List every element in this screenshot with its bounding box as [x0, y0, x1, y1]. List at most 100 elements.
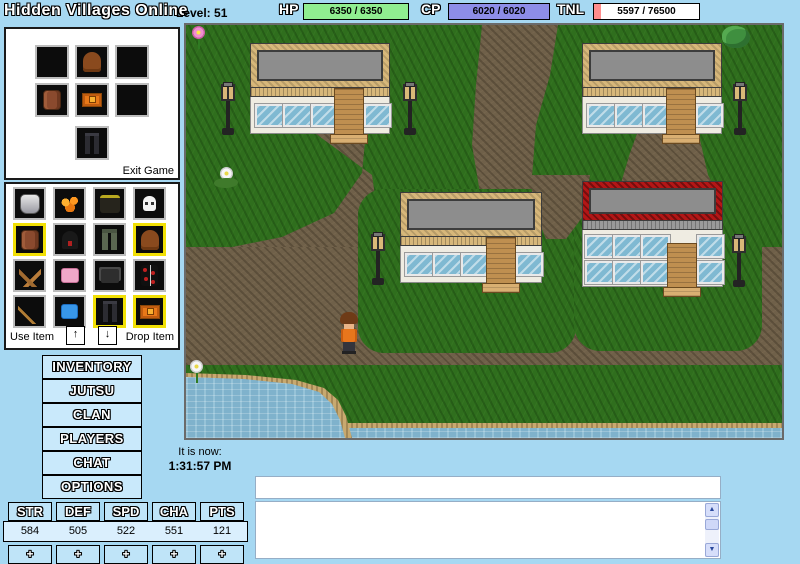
inv-slot-silver-chest-armor[interactable] — [13, 187, 46, 220]
hp-bar: 6350 / 6350 — [303, 3, 409, 20]
stat-value-cha: 551 — [153, 525, 195, 537]
chat-input[interactable] — [255, 476, 721, 499]
chat-scrollbar[interactable]: ▲ ▼ — [705, 503, 719, 557]
house-wall — [582, 230, 723, 287]
orange-belt-icon — [140, 305, 160, 319]
lamp-base — [222, 128, 234, 135]
increase-def-button[interactable]: + — [56, 545, 100, 564]
inv-slot-black-robe[interactable] — [133, 259, 166, 292]
inv-slot-gold-ore[interactable] — [53, 187, 86, 220]
house-roof-trim — [250, 43, 390, 88]
inv-slot-brown-gloves-equipped[interactable] — [13, 223, 46, 256]
drop-item-button[interactable]: Drop Item — [126, 331, 174, 343]
menu-button-inventory[interactable]: INVENTORY — [42, 355, 142, 379]
increase-str-button[interactable]: + — [8, 545, 52, 564]
inv-slot-brown-hair-equipped[interactable] — [133, 223, 166, 256]
wooden-staff-icon — [18, 300, 42, 324]
window — [587, 104, 616, 127]
equip-slot-empty-1[interactable] — [115, 45, 149, 79]
scrollbar-up-button[interactable]: ▲ — [705, 503, 719, 517]
house-steps — [663, 287, 701, 297]
inv-slot-dark-shoulder-armor[interactable] — [93, 259, 126, 292]
inv-slot-pink-shirt[interactable] — [53, 259, 86, 292]
player-pants — [343, 342, 355, 351]
house-roof-trim — [582, 43, 722, 88]
equip-slot-head-empty[interactable] — [35, 45, 69, 79]
lamp-base — [733, 280, 745, 287]
dark-pants-icon — [103, 301, 117, 322]
tnl-bar-fill — [594, 4, 601, 19]
inv-slot-blue-shirt[interactable] — [53, 295, 86, 328]
player-shoes — [342, 351, 356, 354]
house-door — [486, 237, 516, 285]
blue-shirt-icon — [61, 304, 78, 319]
player-torso — [341, 329, 357, 342]
orange-belt-icon — [82, 93, 102, 107]
clock-label: It is now: — [150, 446, 250, 458]
increase-cha-button[interactable]: + — [152, 545, 196, 564]
scroll-up-arrow-icon: ▲ — [709, 506, 716, 513]
inv-slot-wooden-staff[interactable] — [13, 295, 46, 328]
stat-value-pts: 121 — [201, 525, 243, 537]
inv-slot-dark-armor-yellow[interactable] — [93, 187, 126, 220]
menu-button-jutsu[interactable]: JUTSU — [42, 379, 142, 403]
menu-button-clan[interactable]: CLAN — [42, 403, 142, 427]
increase-spd-button[interactable]: + — [104, 545, 148, 564]
house-steps — [662, 134, 700, 144]
stat-header-def: DEF — [56, 502, 100, 521]
lamp-head — [403, 84, 417, 101]
equip-slot-gloves[interactable] — [35, 83, 69, 117]
equip-slot-hair[interactable] — [75, 45, 109, 79]
inv-slot-nunchucks[interactable] — [13, 259, 46, 292]
green-pants-icon — [102, 229, 117, 250]
brown-hair-icon — [83, 52, 101, 72]
equip-slot-pants[interactable] — [75, 126, 109, 160]
increase-pts-button[interactable]: + — [200, 545, 244, 564]
pink-shirt-icon — [61, 268, 79, 283]
dark-shoulder-armor-icon — [101, 269, 119, 283]
house-fascia — [400, 237, 542, 246]
exit-game-button[interactable]: Exit Game — [123, 165, 174, 177]
cp-bar: 6020 / 6020 — [448, 3, 550, 20]
inv-slot-dark-pants-equipped[interactable] — [93, 295, 126, 328]
lamp-base — [372, 278, 384, 285]
stat-header-spd: SPD — [104, 502, 148, 521]
scroll-down-button[interactable]: ↓ — [98, 326, 117, 345]
equip-slot-belt[interactable] — [75, 83, 109, 117]
inv-slot-green-pants[interactable] — [93, 223, 126, 256]
scroll-up-button[interactable]: ↑ — [66, 326, 85, 345]
down-arrow-icon: ↓ — [105, 328, 111, 340]
house-roof — [589, 188, 716, 214]
house-roof — [407, 199, 535, 230]
player-hair — [340, 312, 358, 324]
house-top-left — [250, 43, 390, 134]
skull-mask-icon — [143, 196, 156, 211]
chat-log[interactable]: ▲ ▼ — [255, 501, 721, 559]
brown-hair-icon — [141, 230, 159, 250]
white-bloom — [190, 360, 203, 373]
tnl-value: 5597 / 76500 — [617, 6, 675, 17]
white-flower-icon — [214, 167, 238, 188]
window — [696, 104, 723, 127]
inv-slot-orange-belt-equipped[interactable] — [133, 295, 166, 328]
scrollbar-thumb[interactable] — [705, 519, 719, 530]
equip-slot-empty-2[interactable] — [115, 83, 149, 117]
window — [613, 235, 642, 258]
window — [613, 261, 642, 284]
house-wall — [582, 97, 722, 134]
black-robe-red-clouds-icon — [141, 265, 158, 286]
window — [641, 235, 670, 258]
window — [697, 261, 724, 284]
stat-values-row: 584 505 522 551 121 — [3, 521, 248, 542]
inv-slot-black-hair[interactable] — [53, 223, 86, 256]
menu-button-options[interactable]: OPTIONS — [42, 475, 142, 499]
use-item-button[interactable]: Use Item — [10, 331, 54, 343]
game-map[interactable] — [184, 23, 784, 440]
lamp-pole — [738, 101, 742, 128]
lamp-post-icon — [220, 84, 236, 138]
scrollbar-down-button[interactable]: ▼ — [705, 543, 719, 557]
house-roof-trim-red — [582, 181, 723, 221]
menu-button-chat[interactable]: CHAT — [42, 451, 142, 475]
menu-button-players[interactable]: PLAYERS — [42, 427, 142, 451]
inv-slot-skull-mask[interactable] — [133, 187, 166, 220]
